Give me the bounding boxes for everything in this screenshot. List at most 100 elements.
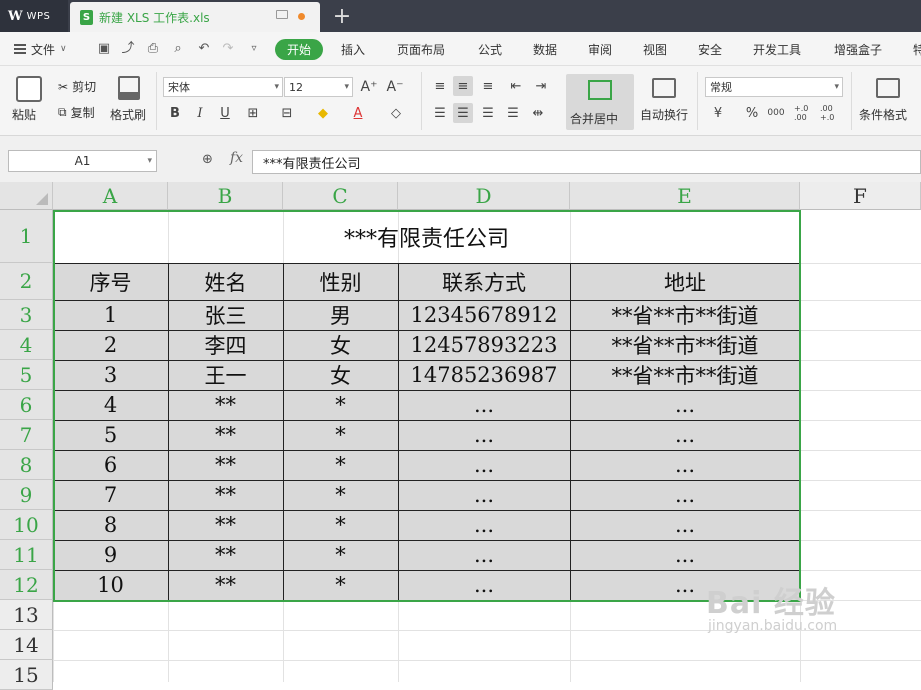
data-cell[interactable]: 6 xyxy=(53,450,168,480)
data-cell[interactable]: 王一 xyxy=(168,360,283,390)
row-header-3[interactable]: 3 xyxy=(0,300,53,330)
conditional-format-icon[interactable] xyxy=(876,78,900,98)
fx-icon[interactable]: fx xyxy=(230,150,243,166)
menu-item-formulas[interactable]: 公式 xyxy=(478,32,502,66)
monitor-icon[interactable] xyxy=(276,10,288,19)
wrap-text-button[interactable]: 自动换行 xyxy=(640,106,688,123)
new-tab-button[interactable]: + xyxy=(326,0,358,32)
font-color-icon[interactable]: A xyxy=(348,103,368,123)
increase-indent-icon[interactable]: ⇥ xyxy=(531,76,551,96)
format-painter-button[interactable]: 格式刷 xyxy=(110,106,146,123)
table-title-cell[interactable]: ***有限责任公司 xyxy=(53,210,800,263)
data-cell[interactable]: * xyxy=(283,510,398,540)
shrink-font-button[interactable]: A⁻ xyxy=(385,77,405,97)
data-cell[interactable]: 4 xyxy=(53,390,168,420)
data-cell[interactable]: **省**市**街道 xyxy=(570,300,800,330)
row-header-2[interactable]: 2 xyxy=(0,263,53,300)
column-header-e[interactable]: E xyxy=(570,182,800,210)
format-painter-icon[interactable] xyxy=(118,76,140,100)
row-header-5[interactable]: 5 xyxy=(0,360,53,390)
header-cell-contact[interactable]: 联系方式 xyxy=(398,263,570,300)
borders-icon[interactable]: ⊞ xyxy=(243,103,263,123)
column-header-d[interactable]: D xyxy=(398,182,570,210)
data-cell[interactable]: 10 xyxy=(53,570,168,600)
data-cell[interactable]: 李四 xyxy=(168,330,283,360)
align-top-icon[interactable]: ≡ xyxy=(430,76,450,96)
row-header-1[interactable]: 1 xyxy=(0,210,53,263)
header-cell-name[interactable]: 姓名 xyxy=(168,263,283,300)
row-header-6[interactable]: 6 xyxy=(0,390,53,420)
data-cell[interactable]: 张三 xyxy=(168,300,283,330)
clear-eraser-icon[interactable]: ◇ xyxy=(386,103,406,123)
data-cell[interactable]: ... xyxy=(570,390,800,420)
menu-item-home[interactable]: 开始 xyxy=(275,39,323,60)
menu-item-data[interactable]: 数据 xyxy=(533,32,557,66)
data-cell[interactable]: ** xyxy=(168,570,283,600)
row-header-11[interactable]: 11 xyxy=(0,540,53,570)
data-cell[interactable]: 12457893223 xyxy=(398,330,570,360)
data-cell[interactable]: ** xyxy=(168,510,283,540)
data-cell[interactable]: 5 xyxy=(53,420,168,450)
data-cell[interactable]: ... xyxy=(398,510,570,540)
percent-button[interactable]: % xyxy=(742,103,762,123)
data-cell[interactable]: 3 xyxy=(53,360,168,390)
menu-item-view[interactable]: 视图 xyxy=(643,32,667,66)
data-cell[interactable]: * xyxy=(283,570,398,600)
menu-item-security[interactable]: 安全 xyxy=(698,32,722,66)
column-header-f[interactable]: F xyxy=(800,182,921,210)
print-icon[interactable]: ⎙ xyxy=(145,41,161,57)
file-menu[interactable]: 文件 ∨ xyxy=(14,32,67,66)
thousands-button[interactable]: 000 xyxy=(766,103,786,123)
menu-item-insert[interactable]: 插入 xyxy=(341,32,365,66)
undo-icon[interactable]: ↶ xyxy=(196,41,212,57)
data-cell[interactable]: ** xyxy=(168,390,283,420)
data-cell[interactable]: 女 xyxy=(283,360,398,390)
data-cell[interactable]: 14785236987 xyxy=(398,360,570,390)
data-cell[interactable]: * xyxy=(283,390,398,420)
header-cell-gender[interactable]: 性别 xyxy=(283,263,398,300)
data-cell[interactable]: 8 xyxy=(53,510,168,540)
align-left-icon[interactable]: ☰ xyxy=(430,103,450,123)
align-center-icon[interactable]: ☰ xyxy=(453,103,473,123)
data-cell[interactable]: 女 xyxy=(283,330,398,360)
header-cell-index[interactable]: 序号 xyxy=(53,263,168,300)
number-format-select[interactable]: 常规 xyxy=(705,77,843,97)
select-all-corner[interactable] xyxy=(0,182,53,210)
paste-button[interactable]: 粘贴 xyxy=(12,106,36,123)
data-cell[interactable]: ... xyxy=(570,480,800,510)
menu-item-more[interactable]: 特 xyxy=(913,32,921,66)
copy-button[interactable]: ⧉ 复制 xyxy=(58,104,95,121)
row-header-10[interactable]: 10 xyxy=(0,510,53,540)
align-right-icon[interactable]: ☰ xyxy=(478,103,498,123)
row-header-15[interactable]: 15 xyxy=(0,660,53,690)
document-tab[interactable]: S 新建 XLS 工作表.xls xyxy=(70,2,320,32)
menu-item-enhance-box[interactable]: 增强盒子 xyxy=(834,32,882,66)
decrease-indent-icon[interactable]: ⇤ xyxy=(506,76,526,96)
fill-color-icon[interactable]: ◆ xyxy=(313,103,333,123)
print-preview-icon[interactable]: ⌕ xyxy=(170,41,186,57)
data-cell[interactable]: ... xyxy=(398,390,570,420)
wrap-text-icon[interactable] xyxy=(652,78,676,98)
data-cell[interactable]: **省**市**街道 xyxy=(570,330,800,360)
zoom-magnifier-icon[interactable]: ⊕ xyxy=(202,152,213,167)
row-header-4[interactable]: 4 xyxy=(0,330,53,360)
justify-icon[interactable]: ☰ xyxy=(503,103,523,123)
redo-icon[interactable]: ↷ xyxy=(220,41,236,57)
data-cell[interactable]: ... xyxy=(570,510,800,540)
data-cell[interactable]: 男 xyxy=(283,300,398,330)
wps-home-tab[interactable]: W WPS xyxy=(0,0,68,32)
quick-export-icon[interactable]: ⤴ xyxy=(120,41,136,57)
paste-icon[interactable] xyxy=(16,76,42,102)
data-cell[interactable]: **省**市**街道 xyxy=(570,360,800,390)
row-header-9[interactable]: 9 xyxy=(0,480,53,510)
increase-decimal-button[interactable]: +.0 .00 xyxy=(794,103,818,123)
data-cell[interactable]: * xyxy=(283,450,398,480)
formula-input[interactable]: ***有限责任公司 xyxy=(252,150,921,174)
align-middle-icon[interactable]: ≡ xyxy=(453,76,473,96)
data-cell[interactable]: ** xyxy=(168,480,283,510)
data-cell[interactable]: ... xyxy=(398,540,570,570)
merge-center-button[interactable]: 合并居中 xyxy=(566,74,634,130)
data-cell[interactable]: ... xyxy=(398,420,570,450)
row-header-7[interactable]: 7 xyxy=(0,420,53,450)
data-cell[interactable]: 1 xyxy=(53,300,168,330)
